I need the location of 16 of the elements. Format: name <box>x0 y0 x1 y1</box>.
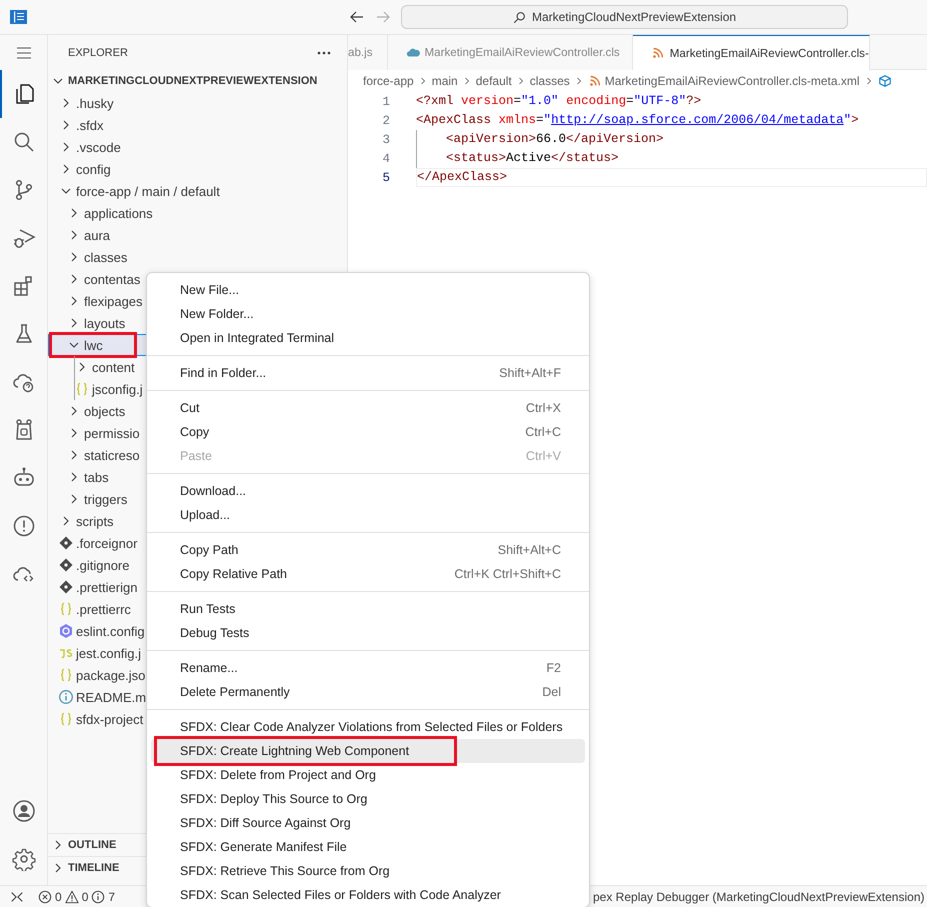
code-line: <ApexClass xmlns="http://soap.sforce.com/2006/04/metadata"> <box>416 112 860 129</box>
explorer-title: EXPLORER <box>68 46 128 58</box>
line-number: 2 <box>381 114 390 128</box>
shortcut-text: F2 <box>546 661 561 675</box>
shortcut-text: Shift+Alt+C <box>498 543 561 557</box>
shortcut-text: Ctrl+K Ctrl+Shift+C <box>454 567 561 581</box>
shortcut-text: Ctrl+V <box>526 449 561 463</box>
line-number: 4 <box>381 152 390 166</box>
shortcut-text: Del <box>542 685 561 699</box>
line-number: 3 <box>381 132 390 146</box>
line-number: 1 <box>381 94 390 108</box>
shortcut-text: Ctrl+X <box>526 401 561 415</box>
shortcut-text: Ctrl+C <box>525 425 561 439</box>
line-number: 5 <box>381 170 390 184</box>
shortcut-text: Shift+Alt+F <box>499 366 561 380</box>
code-line: <?xml version="1.0" encoding="UTF-8"?> <box>416 93 702 110</box>
